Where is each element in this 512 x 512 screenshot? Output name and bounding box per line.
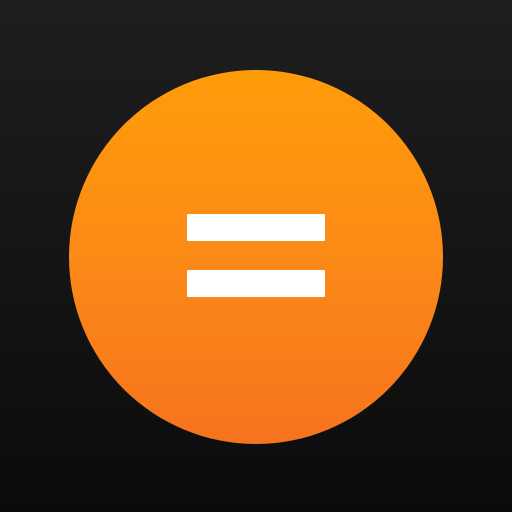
equals-bottom-bar: [187, 270, 325, 297]
equals-icon: [187, 214, 325, 297]
equals-top-bar: [187, 214, 325, 241]
app-icon[interactable]: [0, 0, 512, 512]
